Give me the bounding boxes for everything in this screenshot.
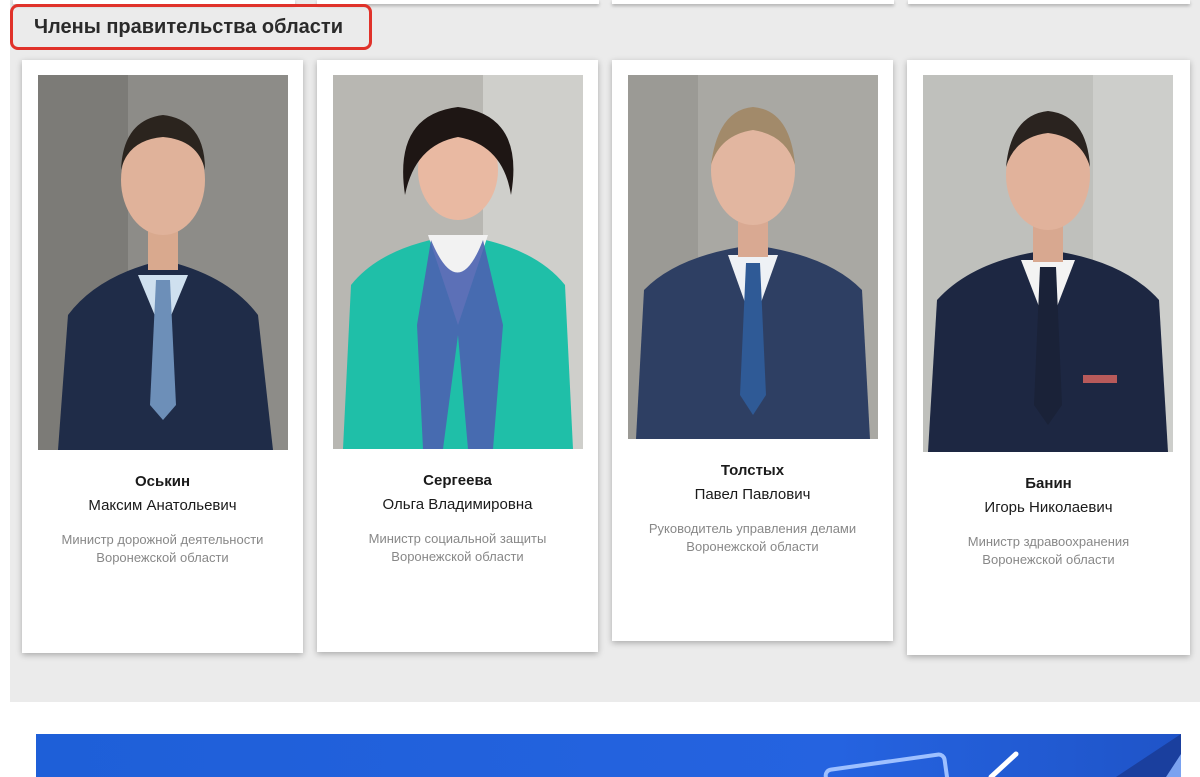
member-position-line2: Воронежской области xyxy=(391,549,524,564)
member-position-line1: Министр дорожной деятельности xyxy=(61,532,264,547)
member-given-names: Павел Павлович xyxy=(694,486,811,503)
banner-decoration-graphic xyxy=(823,734,1181,777)
member-position-line2: Воронежской области xyxy=(96,550,229,565)
member-given-names: Игорь Николаевич xyxy=(984,499,1113,516)
member-surname: Оськин xyxy=(134,473,191,490)
member-photo xyxy=(333,75,583,449)
member-position: Министр здравоохранения Воронежской обла… xyxy=(919,533,1178,569)
member-card-banin[interactable]: Банин Игорь Николаевич Министр здравоохр… xyxy=(907,60,1190,655)
member-card-sergeeva[interactable]: Сергеева Ольга Владимировна Министр соци… xyxy=(317,60,598,652)
member-photo xyxy=(38,75,288,450)
member-photo xyxy=(923,75,1173,452)
member-position-line1: Министр здравоохранения xyxy=(967,534,1130,549)
member-photo xyxy=(628,75,878,439)
member-position-line1: Руководитель управления делами xyxy=(648,521,857,536)
member-position-line1: Министр социальной защиты xyxy=(368,531,547,546)
member-position: Министр дорожной деятельности Воронежско… xyxy=(34,531,291,567)
previous-card-edge xyxy=(908,0,1190,4)
member-given-names: Максим Анатольевич xyxy=(88,497,237,514)
member-position: Министр социальной защиты Воронежской об… xyxy=(329,530,586,566)
member-given-names: Ольга Владимировна xyxy=(382,496,533,513)
previous-card-edge xyxy=(612,0,894,4)
member-card-oskin[interactable]: Оськин Максим Анатольевич Министр дорожн… xyxy=(22,60,303,653)
member-position: Руководитель управления делами Воронежск… xyxy=(624,520,881,556)
section-title: Члены правительства области xyxy=(10,4,372,50)
member-position-line2: Воронежской области xyxy=(982,552,1115,567)
promo-banner[interactable] xyxy=(36,734,1181,777)
member-surname: Банин xyxy=(1025,475,1072,492)
member-surname: Толстых xyxy=(720,462,785,479)
member-card-tolstykh[interactable]: Толстых Павел Павлович Руководитель упра… xyxy=(612,60,893,641)
member-position-line2: Воронежской области xyxy=(686,539,819,554)
member-surname: Сергеева xyxy=(423,472,492,489)
